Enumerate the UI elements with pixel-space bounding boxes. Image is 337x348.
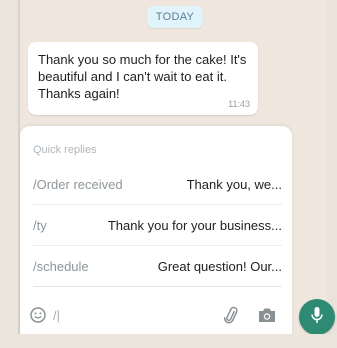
camera-icon[interactable] xyxy=(258,307,276,323)
message-input[interactable]: /| xyxy=(53,308,60,323)
quick-reply-item[interactable]: /Order received Thank you, we... xyxy=(33,164,282,205)
message-timestamp: 11:43 xyxy=(228,99,250,109)
screen-bottom-edge xyxy=(0,334,337,348)
quick-reply-shortcut: /Order received xyxy=(33,176,123,192)
paperclip-icon[interactable] xyxy=(222,306,240,324)
quick-reply-shortcut: /ty xyxy=(33,217,47,233)
quick-reply-preview: Thank you for your business... xyxy=(107,217,282,233)
date-separator: TODAY xyxy=(147,6,203,28)
quick-reply-preview: Thank you, we... xyxy=(186,176,282,192)
message-text: Thank you so much for the cake! It's bea… xyxy=(38,52,247,101)
voice-record-button[interactable] xyxy=(299,299,335,335)
quick-reply-item[interactable]: /ty Thank you for your business... xyxy=(33,205,282,246)
quick-reply-item[interactable]: /schedule Great question! Our... xyxy=(33,246,282,286)
quick-reply-preview: Great question! Our... xyxy=(157,258,282,274)
quick-replies-panel: Quick replies /Order received Thank you,… xyxy=(20,126,292,341)
emoji-icon[interactable] xyxy=(30,307,46,323)
composer-divider xyxy=(33,286,282,287)
quick-replies-title: Quick replies xyxy=(33,144,97,156)
screen-edge-right xyxy=(327,0,337,348)
incoming-message-bubble[interactable]: Thank you so much for the cake! It's bea… xyxy=(28,42,258,115)
screen-edge-left xyxy=(0,0,18,348)
microphone-icon xyxy=(310,306,324,329)
quick-reply-shortcut: /schedule xyxy=(33,258,89,274)
